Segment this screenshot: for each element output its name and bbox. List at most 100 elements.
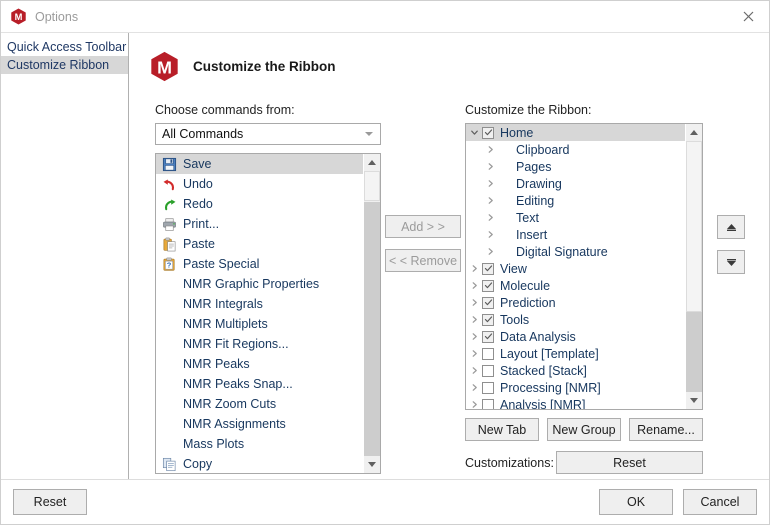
rename-button[interactable]: Rename... — [629, 418, 703, 441]
ribbon-tree-item[interactable]: Analysis [NMR] — [466, 396, 685, 409]
ribbon-tree-item[interactable]: Insert — [466, 226, 685, 243]
command-list-item[interactable]: NMR Assignments — [156, 414, 363, 434]
ribbon-tab-checkbox[interactable] — [482, 296, 494, 309]
ribbon-tree-item[interactable]: View — [466, 260, 685, 277]
add-button[interactable]: Add > > — [385, 215, 461, 238]
command-list-item[interactable]: NMR Peaks Snap... — [156, 374, 363, 394]
command-list-item[interactable]: Paste — [156, 234, 363, 254]
sidebar-item-customize-ribbon[interactable]: Customize Ribbon — [1, 56, 128, 74]
choose-commands-label: Choose commands from: — [155, 103, 295, 117]
ribbon-tree-item[interactable]: Clipboard — [466, 141, 685, 158]
scroll-up-arrow-icon[interactable] — [686, 124, 702, 141]
chevron-right-icon[interactable] — [482, 213, 498, 222]
chevron-right-icon[interactable] — [482, 179, 498, 188]
ribbon-tree-item[interactable]: Processing [NMR] — [466, 379, 685, 396]
chevron-right-icon[interactable] — [466, 349, 482, 358]
window-title: Options — [35, 9, 79, 24]
chevron-right-icon[interactable] — [466, 298, 482, 307]
command-list-item[interactable]: Mass Plots — [156, 434, 363, 454]
ribbon-tab-checkbox[interactable] — [482, 398, 494, 409]
command-list-item[interactable]: NMR Graphic Properties — [156, 274, 363, 294]
ribbon-tab-checkbox[interactable] — [482, 313, 494, 326]
ribbon-tab-checkbox[interactable] — [482, 364, 494, 377]
ribbon-tree-item[interactable]: Molecule — [466, 277, 685, 294]
svg-text:M: M — [157, 57, 172, 77]
ribbon-tab-checkbox[interactable] — [482, 330, 494, 343]
command-list-item[interactable]: Print... — [156, 214, 363, 234]
chevron-right-icon[interactable] — [466, 366, 482, 375]
commands-scrollbar[interactable] — [363, 154, 380, 473]
command-list-item[interactable]: NMR Peaks — [156, 354, 363, 374]
commands-scroll-lower-track[interactable] — [364, 202, 380, 456]
command-list-item[interactable]: NMR Zoom Cuts — [156, 394, 363, 414]
move-down-arrow-icon[interactable] — [717, 250, 745, 274]
chevron-right-icon[interactable] — [466, 315, 482, 324]
scroll-down-arrow-icon[interactable] — [686, 392, 702, 409]
cancel-button[interactable]: Cancel — [683, 489, 757, 515]
command-list-item[interactable]: NMR Fit Regions... — [156, 334, 363, 354]
ribbon-scroll-lower-track[interactable] — [686, 311, 702, 392]
ribbon-tab-checkbox[interactable] — [482, 279, 494, 292]
scroll-down-arrow-icon[interactable] — [364, 456, 380, 473]
ribbon-tree-label: Tools — [500, 312, 530, 327]
chevron-right-icon[interactable] — [482, 247, 498, 256]
ribbon-tree-item[interactable]: Text — [466, 209, 685, 226]
command-list-item[interactable]: Undo — [156, 174, 363, 194]
chevron-right-icon[interactable] — [466, 400, 482, 409]
chevron-right-icon[interactable] — [482, 230, 498, 239]
command-list-item[interactable]: Redo — [156, 194, 363, 214]
ribbon-tree-item[interactable]: Data Analysis — [466, 328, 685, 345]
command-list-item[interactable]: NMR Integrals — [156, 294, 363, 314]
ribbon-tab-checkbox[interactable] — [482, 262, 494, 275]
ribbon-tree-label: Digital Signature — [516, 244, 608, 259]
chevron-right-icon[interactable] — [466, 383, 482, 392]
choose-commands-from-select[interactable]: All Commands — [155, 123, 381, 145]
move-up-arrow-icon[interactable] — [717, 215, 745, 239]
chevron-right-icon[interactable] — [466, 264, 482, 273]
new-tab-button[interactable]: New Tab — [465, 418, 539, 441]
chevron-right-icon[interactable] — [466, 332, 482, 341]
ribbon-tree-item[interactable]: Stacked [Stack] — [466, 362, 685, 379]
scroll-up-arrow-icon[interactable] — [364, 154, 380, 171]
command-list-item[interactable]: ? Paste Special — [156, 254, 363, 274]
ribbon-tree-item[interactable]: Drawing — [466, 175, 685, 192]
reset-button[interactable]: Reset — [13, 489, 87, 515]
sidebar-item-label: Quick Access Toolbar — [7, 40, 127, 54]
ribbon-tree-item[interactable]: Prediction — [466, 294, 685, 311]
ribbon-tree-item[interactable]: Pages — [466, 158, 685, 175]
ribbon-tree-label: Drawing — [516, 176, 562, 191]
customizations-reset-button[interactable]: Reset — [555, 451, 703, 474]
ribbon-scrollbar[interactable] — [685, 124, 702, 409]
chevron-right-icon[interactable] — [482, 196, 498, 205]
ribbon-tree-item[interactable]: Editing — [466, 192, 685, 209]
command-list-item[interactable]: Save — [156, 154, 363, 174]
command-list-item[interactable]: NMR Multiplets — [156, 314, 363, 334]
ribbon-tree-item[interactable]: Tools — [466, 311, 685, 328]
ribbon-treeview[interactable]: Home Clipboard Pages Drawing Editing Text Inse… — [465, 123, 703, 410]
ribbon-tab-checkbox[interactable] — [482, 126, 494, 139]
ribbon-tree-label: Molecule — [500, 278, 551, 293]
command-list-item[interactable]: Copy — [156, 454, 363, 473]
ribbon-tree-item[interactable]: Digital Signature — [466, 243, 685, 260]
command-label: Copy — [183, 457, 213, 471]
ribbon-scroll-track[interactable] — [686, 141, 702, 392]
commands-scroll-thumb[interactable] — [364, 171, 380, 201]
close-icon[interactable] — [727, 1, 769, 32]
remove-button[interactable]: < < Remove — [385, 249, 461, 272]
chevron-down-icon[interactable] — [466, 128, 482, 137]
customize-ribbon-label: Customize the Ribbon: — [465, 103, 592, 117]
ribbon-tab-checkbox[interactable] — [482, 347, 494, 360]
ribbon-tab-checkbox[interactable] — [482, 381, 494, 394]
ribbon-tree-item[interactable]: Home — [466, 124, 685, 141]
chevron-right-icon[interactable] — [466, 281, 482, 290]
new-group-button[interactable]: New Group — [547, 418, 621, 441]
commands-listbox[interactable]: Save Undo Redo Print... Paste? Paste Special N… — [155, 153, 381, 474]
sidebar-item-quick-access-toolbar[interactable]: Quick Access Toolbar — [1, 38, 128, 56]
ribbon-scroll-thumb[interactable] — [686, 141, 702, 312]
chevron-right-icon[interactable] — [482, 162, 498, 171]
ok-button[interactable]: OK — [599, 489, 673, 515]
ribbon-tree-item[interactable]: Layout [Template] — [466, 345, 685, 362]
chevron-right-icon[interactable] — [482, 145, 498, 154]
command-label: NMR Zoom Cuts — [183, 397, 277, 411]
commands-scroll-track[interactable] — [364, 171, 380, 456]
